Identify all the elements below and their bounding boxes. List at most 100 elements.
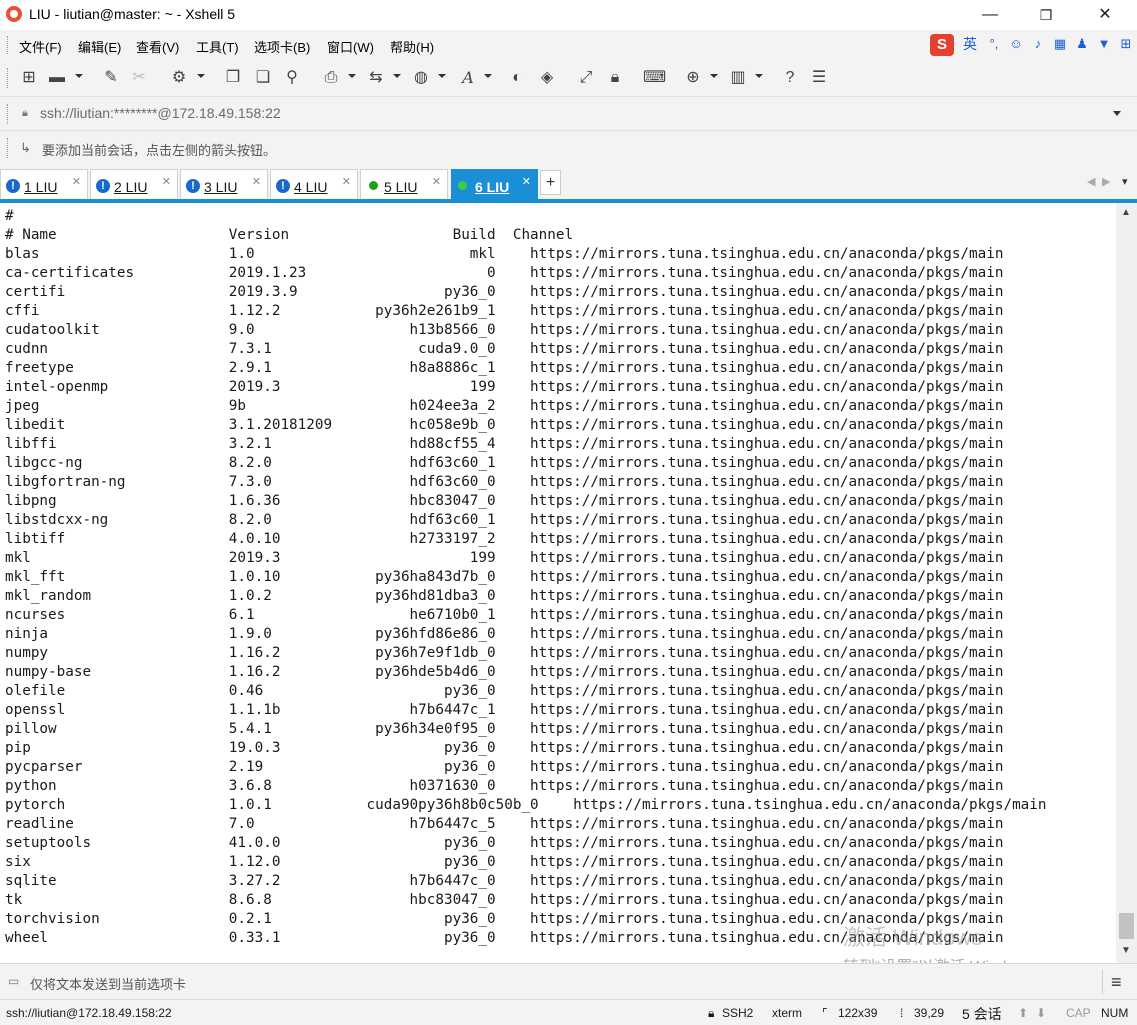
script-icon[interactable]: ◈ [536, 68, 558, 88]
tab-1[interactable]: ! 1 LIU ✕ [0, 169, 88, 200]
add-tab-dropdown-icon[interactable] [710, 74, 718, 78]
tab-2[interactable]: ! 2 LIU ✕ [90, 169, 178, 200]
help-icon[interactable]: ? [779, 68, 801, 88]
menu-icon[interactable]: ≡ [1111, 973, 1129, 991]
shirt-icon[interactable]: ▼ [1096, 36, 1112, 52]
globe-dropdown-icon[interactable] [438, 74, 446, 78]
addressbar-grip [7, 104, 11, 124]
compose-bar: ▭ 仅将文本发送到当前选项卡 ≡ [0, 963, 1137, 1000]
terminal-output: # # Name Version Build Channel blas 1.0 … [5, 208, 1047, 946]
properties-dropdown-icon[interactable] [197, 74, 205, 78]
scroll-down-icon[interactable]: ▼ [1121, 945, 1131, 956]
tab-label: 2 LIU [114, 179, 148, 195]
menu-help[interactable]: 帮助(H) [390, 37, 434, 56]
layout-icon[interactable]: ▥ [727, 68, 749, 88]
hint-text: 要添加当前会话，点击左侧的箭头按钮。 [42, 143, 277, 158]
menubar-grip [7, 36, 11, 54]
xshell-logo-icon [6, 6, 22, 22]
transfer-dropdown-icon[interactable] [393, 74, 401, 78]
status-connection: ssh://liutian@172.18.49.158:22 [6, 1006, 172, 1020]
main-toolbar: ⊞ ▬ ✎ ✂ ⚙ ❐ ❏ ⚲ ⎙ ⇆ ◍ A ◐ ◈ ⤢ 🔒︎ ⌨ ⊕ ▥ ?… [0, 60, 1137, 96]
status-sessions: 5 会话 [962, 1006, 1002, 1022]
transfer-icon[interactable]: ⇆ [365, 68, 387, 88]
open-folder-icon[interactable]: ▬ [46, 68, 68, 88]
mic-icon[interactable]: ♪ [1030, 36, 1046, 52]
status-caps: CAP [1066, 1006, 1091, 1020]
alert-icon: ! [6, 179, 20, 193]
menu-file[interactable]: 文件(F) [19, 37, 62, 56]
cursor-pos-icon: ⁞ [900, 1006, 904, 1020]
xftp-icon[interactable]: ◐ [506, 68, 528, 88]
compose-divider [1102, 970, 1103, 994]
toolbar-grip [7, 68, 11, 88]
sogou-logo-icon[interactable]: S [930, 34, 954, 56]
menu-tabs[interactable]: 选项卡(B) [254, 37, 310, 56]
scroll-thumb[interactable] [1119, 913, 1134, 939]
grid-icon[interactable]: ⊞ [1118, 36, 1134, 52]
tab-close-icon[interactable]: ✕ [432, 175, 441, 188]
user-icon[interactable]: ♟ [1074, 36, 1090, 52]
menu-tools[interactable]: 工具(T) [196, 37, 239, 56]
open-dropdown-icon[interactable] [75, 74, 83, 78]
fullscreen-icon[interactable]: ⤢ [575, 68, 597, 88]
tab-4[interactable]: ! 4 LIU ✕ [270, 169, 358, 200]
font-dropdown-icon[interactable] [484, 74, 492, 78]
keyboard-icon[interactable]: ▦ [1052, 36, 1068, 52]
terminal-area[interactable]: # # Name Version Build Channel blas 1.0 … [0, 203, 1116, 963]
properties-icon[interactable]: ⚙ [168, 68, 190, 88]
tab-close-icon[interactable]: ✕ [252, 175, 261, 188]
add-tab-button[interactable]: + [540, 170, 561, 195]
tab-label: 1 LIU [24, 179, 58, 195]
globe-icon[interactable]: ◍ [410, 68, 432, 88]
hint-bar: ↳ 要添加当前会话，点击左侧的箭头按钮。 [0, 130, 1137, 165]
disconnect-icon[interactable]: ✂ [128, 68, 150, 88]
new-session-icon[interactable]: ⊞ [18, 68, 40, 88]
keyboard-map-icon[interactable]: ⌨ [643, 68, 666, 88]
scroll-down-arrow-icon[interactable]: ⬇ [1036, 1006, 1046, 1020]
font-icon[interactable]: A [457, 68, 479, 88]
tab-close-icon[interactable]: ✕ [162, 175, 171, 188]
tab-prev-icon[interactable]: ◀ [1087, 175, 1095, 188]
compose-input[interactable]: 仅将文本发送到当前选项卡 [30, 974, 186, 993]
copy-icon[interactable]: ❐ [222, 68, 244, 88]
minimize-button[interactable]: — [967, 0, 1013, 30]
tab-close-icon[interactable]: ✕ [522, 175, 531, 188]
layout-dropdown-icon[interactable] [755, 74, 763, 78]
tab-label: 5 LIU [384, 179, 418, 195]
status-lock-icon: 🔒︎ [708, 1006, 715, 1020]
address-bar: 🔒︎ ssh://liutian:********@172.18.49.158:… [0, 96, 1137, 131]
scroll-up-arrow-icon[interactable]: ⬆ [1018, 1006, 1028, 1020]
add-tab-icon[interactable]: ⊕ [682, 68, 704, 88]
scroll-up-icon[interactable]: ▲ [1121, 207, 1131, 218]
emoji-icon[interactable]: ☺ [1008, 36, 1024, 52]
tab-list-icon[interactable]: ▾ [1122, 175, 1128, 188]
find-icon[interactable]: ⚲ [281, 68, 303, 88]
lock-icon[interactable]: 🔒︎ [604, 68, 626, 88]
close-button[interactable]: ✕ [1082, 0, 1128, 30]
tab-next-icon[interactable]: ▶ [1102, 175, 1110, 188]
punct-icon[interactable]: °, [986, 36, 1002, 52]
chat-icon[interactable]: ☰ [808, 68, 830, 88]
menu-edit[interactable]: 编辑(E) [78, 37, 121, 56]
menu-window[interactable]: 窗口(W) [327, 37, 374, 56]
ime-mode-label[interactable]: 英 [962, 36, 978, 52]
hintbar-grip [7, 138, 11, 158]
tab-close-icon[interactable]: ✕ [72, 175, 81, 188]
print-icon[interactable]: ⎙ [320, 68, 342, 88]
address-dropdown-icon[interactable] [1113, 111, 1121, 116]
tab-5[interactable]: 5 LIU ✕ [360, 169, 448, 200]
tab-3[interactable]: ! 3 LIU ✕ [180, 169, 268, 200]
maximize-button[interactable]: ❐ [1023, 0, 1069, 30]
resize-icon: ⌜ [822, 1006, 828, 1020]
tab-close-icon[interactable]: ✕ [342, 175, 351, 188]
print-dropdown-icon[interactable] [348, 74, 356, 78]
vertical-scrollbar[interactable]: ▲ ▼ [1116, 203, 1137, 963]
menu-view[interactable]: 查看(V) [136, 37, 179, 56]
paste-icon[interactable]: ❏ [252, 68, 274, 88]
status-size: 122x39 [838, 1006, 878, 1020]
address-input[interactable]: ssh://liutian:********@172.18.49.158:22 [40, 105, 281, 121]
tab-6[interactable]: 6 LIU ✕ [451, 169, 538, 200]
arrow-icon[interactable]: ↳ [20, 140, 36, 156]
compose-icon[interactable]: ▭ [8, 974, 24, 988]
reconnect-icon[interactable]: ✎ [100, 68, 122, 88]
